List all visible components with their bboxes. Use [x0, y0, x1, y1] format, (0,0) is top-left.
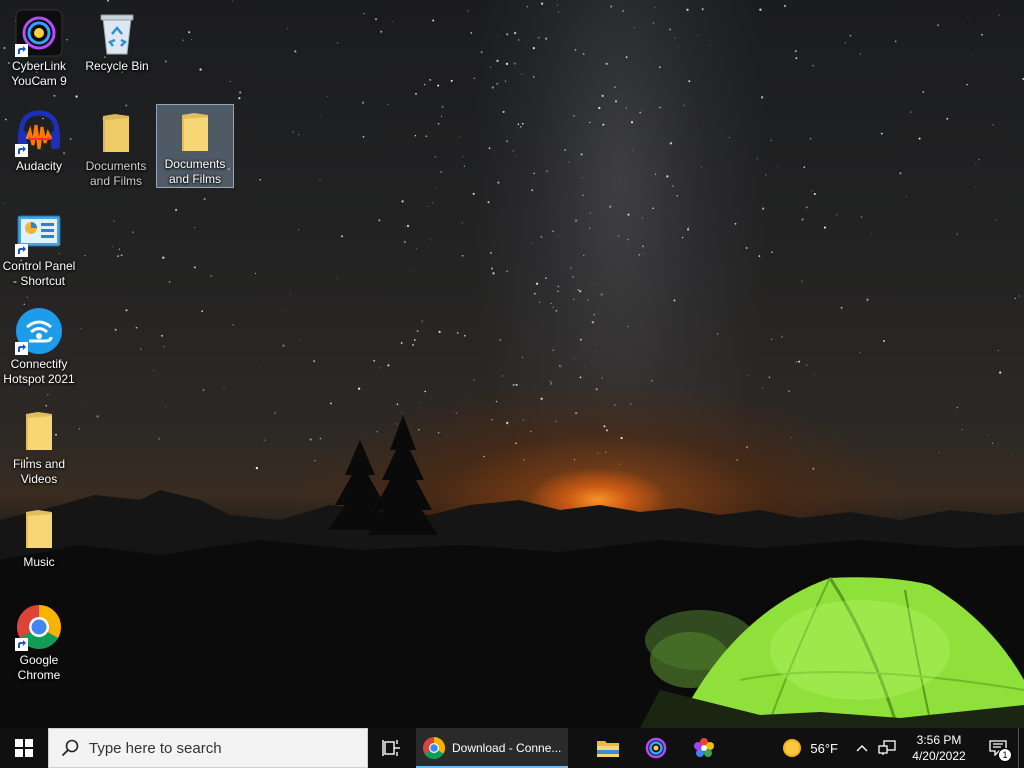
icon-label: Documents and Films [85, 159, 147, 188]
icon-label: Control Panel - Shortcut [2, 259, 76, 288]
folder-icon [171, 109, 219, 155]
search-icon [61, 739, 79, 757]
icon-label: Audacity [15, 159, 63, 173]
file-explorer-icon [597, 741, 619, 757]
youcam-icon [645, 737, 667, 759]
clock-time: 3:56 PM [916, 733, 962, 747]
audacity-icon [15, 109, 63, 157]
chrome-icon [423, 737, 445, 759]
window-title: Download - Conne... [452, 741, 562, 755]
taskbar-search-box[interactable] [48, 728, 368, 768]
network-button[interactable] [874, 728, 900, 768]
icon-label: Films and Videos [12, 457, 65, 486]
sun-icon [783, 739, 802, 757]
chrome-icon [15, 603, 63, 651]
weather-temperature: 56°F [810, 740, 838, 756]
desktop-icon-cyberlink-youcam[interactable]: CyberLink YouCam 9 [0, 4, 78, 90]
folder-icon [15, 407, 63, 455]
recycle-bin-icon [93, 9, 141, 57]
icon-label: Connectify Hotspot 2021 [3, 357, 75, 386]
taskbar-photos-app[interactable] [680, 728, 728, 768]
icon-label: Documents and Films [164, 157, 226, 186]
task-view-icon [382, 740, 400, 756]
notification-center-button[interactable]: 1 [978, 728, 1018, 768]
desktop-icon-films-and-videos[interactable]: Films and Videos [0, 402, 78, 488]
start-button[interactable] [0, 728, 48, 768]
icon-label: CyberLink YouCam 9 [11, 59, 67, 88]
windows-logo-icon [15, 739, 33, 757]
desktop-icon-recycle-bin[interactable]: Recycle Bin [78, 4, 156, 75]
taskbar-clock[interactable]: 3:56 PM 4/20/2022 [900, 728, 978, 768]
icon-label: Music [23, 555, 55, 569]
taskbar: Download - Conne... [0, 728, 1024, 768]
desktop-icon-control-panel[interactable]: Control Panel - Shortcut [0, 204, 78, 290]
icon-label: Recycle Bin [85, 59, 149, 73]
taskbar-file-explorer[interactable] [584, 728, 632, 768]
weather-widget[interactable]: 56°F [772, 728, 850, 768]
desktop-icon-google-chrome[interactable]: Google Chrome [0, 598, 78, 684]
youcam-icon [15, 9, 63, 57]
taskbar-chrome-window[interactable]: Download - Conne... [416, 728, 568, 768]
desktop-icon-connectify-hotspot[interactable]: Connectify Hotspot 2021 [0, 302, 78, 388]
task-view-button[interactable] [368, 728, 416, 768]
chevron-up-icon [856, 745, 868, 752]
desktop-icon-documents-and-films[interactable]: Documents and Films [77, 104, 155, 190]
folder-icon [15, 505, 63, 553]
control-panel-icon [15, 209, 63, 257]
desktop-icon-music[interactable]: Music [0, 500, 78, 571]
network-ethernet-icon [878, 740, 896, 755]
folder-icon [92, 109, 140, 157]
desktop-icon-documents-and-films-selected[interactable]: Documents and Films [156, 104, 234, 188]
photos-pinwheel-icon [694, 738, 714, 757]
search-input[interactable] [89, 739, 349, 757]
desktop-icon-audacity[interactable]: Audacity [0, 104, 78, 175]
clock-date: 4/20/2022 [912, 749, 966, 763]
notification-count-badge: 1 [998, 748, 1012, 762]
show-desktop-button[interactable] [1018, 728, 1024, 768]
icon-label: Google Chrome [17, 653, 61, 682]
connectify-icon [15, 307, 63, 355]
taskbar-youcam[interactable] [632, 728, 680, 768]
system-tray: 56°F 3:56 PM 4/20/2022 1 [772, 728, 1024, 768]
show-hidden-icons-button[interactable] [850, 728, 874, 768]
